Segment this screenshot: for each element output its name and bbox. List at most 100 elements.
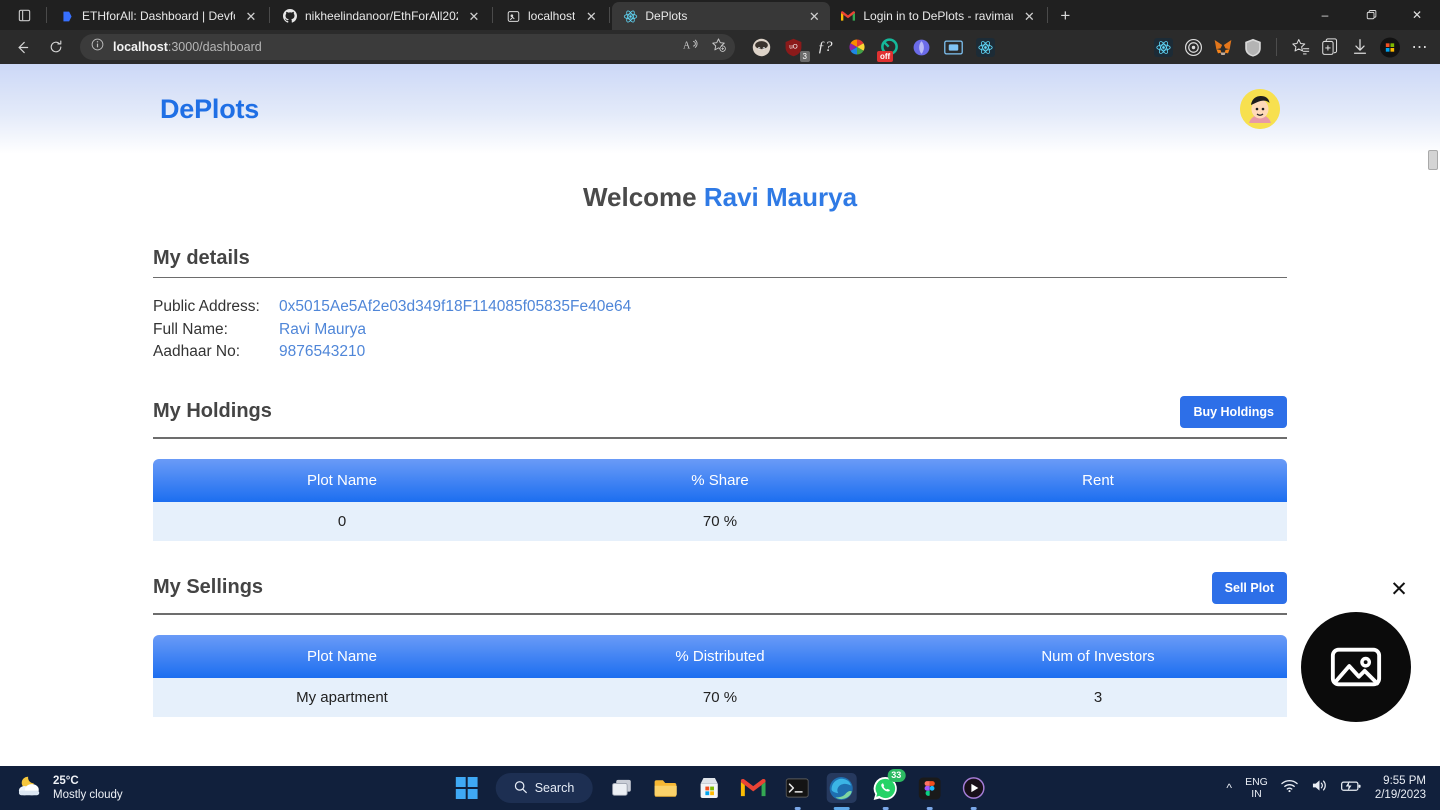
whatsapp-button[interactable]: 33 (870, 769, 906, 803)
ublock-badge: 3 (799, 51, 810, 62)
holdings-table-head: Plot Name % Share Rent (153, 458, 1287, 502)
column-header-plot-name: Plot Name (153, 634, 531, 678)
details-row: Full Name: Ravi Maurya (153, 319, 1287, 342)
adblock-ext-icon[interactable]: off (877, 37, 899, 62)
tab-title: localhost (528, 9, 576, 23)
clock-date: 2/19/2023 (1374, 789, 1426, 801)
sell-plot-button[interactable]: Sell Plot (1211, 571, 1287, 604)
toolbar-divider (1276, 38, 1277, 56)
column-header-plot-name: Plot Name (153, 458, 531, 502)
microsoft-store-button[interactable] (694, 773, 724, 803)
metamask-ext-icon[interactable] (1213, 37, 1233, 57)
volume-icon[interactable] (1311, 778, 1328, 798)
add-favorite-icon[interactable] (710, 37, 727, 58)
colorpicker-ext-icon[interactable] (847, 37, 867, 57)
ublock-origin-icon[interactable]: uO 3 (783, 37, 810, 62)
profile-avatar[interactable] (1380, 37, 1400, 57)
tab-actions-button[interactable] (4, 0, 44, 30)
target-ext-icon[interactable] (1183, 37, 1203, 57)
github-icon (282, 8, 298, 24)
holdings-table: Plot Name % Share Rent 0 70 % (153, 458, 1287, 541)
partly-cloudy-night-icon (16, 774, 44, 803)
sellings-section-header: My Sellings Sell Plot (153, 571, 1287, 615)
toolbar-right-icons: ⋯ (1153, 37, 1434, 57)
table-header-row: Plot Name % Share Rent (153, 458, 1287, 502)
terminal-button[interactable] (782, 773, 812, 803)
react-icon[interactable] (1153, 37, 1173, 57)
browser-toolbar: localhost:3000/dashboard A uO 3 ƒ? off ⋯ (0, 30, 1440, 64)
close-icon[interactable]: ✕ (805, 7, 823, 25)
start-button[interactable] (452, 773, 482, 803)
app-logo[interactable]: DePlots (160, 94, 259, 125)
favorites-icon[interactable] (1290, 37, 1310, 57)
battery-icon[interactable] (1340, 779, 1362, 798)
react-icon (622, 8, 638, 24)
browser-tab-devfolio[interactable]: ETHforAll: Dashboard | Devfolio ✕ (49, 2, 267, 30)
address-bar[interactable]: localhost:3000/dashboard A (80, 34, 735, 60)
clock[interactable]: 9:55 PM 2/19/2023 (1375, 774, 1426, 802)
close-window-button[interactable]: ✕ (1394, 0, 1440, 30)
tab-title: Login in to DePlots - ravimaurya (863, 9, 1013, 23)
scrollbar-thumb[interactable] (1428, 150, 1438, 170)
maximize-button[interactable] (1348, 0, 1394, 30)
cell-share: 70 % (531, 501, 909, 541)
gmail-button[interactable] (738, 773, 768, 803)
tab-divider (269, 7, 270, 23)
refresh-button[interactable] (40, 33, 72, 61)
gmail-icon (840, 8, 856, 24)
wifi-icon[interactable] (1281, 779, 1298, 798)
site-info-icon[interactable] (90, 37, 105, 57)
details-label: Public Address: (153, 298, 260, 315)
buy-holdings-button[interactable]: Buy Holdings (1180, 395, 1287, 428)
react-devtools-ext-icon[interactable] (975, 37, 995, 57)
figma-button[interactable] (914, 773, 944, 803)
window-controls: – ✕ (1302, 0, 1440, 30)
browser-tab-github[interactable]: nikheelindanoor/EthForAll2023 ✕ (272, 2, 490, 30)
settings-more-icon[interactable]: ⋯ (1410, 37, 1430, 57)
downloads-icon[interactable] (1350, 37, 1370, 57)
avatar[interactable] (1240, 89, 1280, 129)
search-icon (514, 780, 528, 797)
page-title: Welcome Ravi Maurya (153, 182, 1287, 213)
profile-ext-icon[interactable] (751, 37, 771, 57)
language-indicator[interactable]: ENG IN (1245, 776, 1268, 801)
search-label: Search (534, 781, 575, 795)
minimize-button[interactable]: – (1302, 0, 1348, 30)
details-list: Public Address: 0x5015Ae5Af2e03d349f18F1… (153, 296, 1287, 364)
browser-tab-gmail[interactable]: Login in to DePlots - ravimaurya ✕ (830, 2, 1045, 30)
welcome-username: Ravi Maurya (703, 182, 858, 212)
close-icon[interactable]: ✕ (582, 7, 600, 25)
holdings-title: My Holdings (153, 400, 272, 423)
close-icon[interactable]: ✕ (1020, 7, 1038, 25)
read-aloud-icon[interactable]: A (683, 37, 700, 57)
cell-plot-name: 0 (153, 501, 531, 541)
file-explorer-button[interactable] (650, 773, 680, 803)
back-button[interactable] (6, 33, 38, 61)
show-hidden-icons-chevron[interactable]: ^ (1226, 781, 1232, 795)
tab-divider (492, 7, 493, 23)
close-widget-icon[interactable]: ✕ (1388, 578, 1410, 600)
browser-tab-deplots[interactable]: DePlots ✕ (612, 2, 831, 30)
svg-text:A: A (683, 40, 691, 51)
collections-icon[interactable] (1320, 37, 1340, 57)
image-widget-button[interactable] (1301, 612, 1411, 722)
tab-strip: ETHforAll: Dashboard | Devfolio ✕ nikhee… (0, 0, 1440, 30)
weather-widget[interactable]: 25°C Mostly cloudy (0, 774, 123, 803)
close-icon[interactable]: ✕ (242, 7, 260, 25)
search-button[interactable]: Search (495, 773, 593, 803)
mathjax-ext-icon[interactable]: ƒ? (815, 37, 835, 57)
close-icon[interactable]: ✕ (465, 7, 483, 25)
browser-tab-localhost[interactable]: localhost ✕ (495, 2, 607, 30)
page-scrollbar[interactable] (1426, 64, 1440, 766)
column-header-share: % Share (531, 458, 909, 502)
task-view-button[interactable] (606, 773, 636, 803)
video-ext-icon[interactable] (943, 37, 963, 57)
aadhaar-no-value: 9876543210 (279, 343, 366, 361)
column-header-num-investors: Num of Investors (909, 634, 1287, 678)
sellings-table: Plot Name % Distributed Num of Investors… (153, 634, 1287, 717)
new-tab-button[interactable]: + (1050, 2, 1080, 30)
microsoft-edge-button[interactable] (826, 773, 857, 803)
shield-ext-icon[interactable] (1243, 37, 1263, 57)
sync-ext-icon[interactable] (911, 37, 931, 57)
media-player-button[interactable] (958, 773, 988, 803)
